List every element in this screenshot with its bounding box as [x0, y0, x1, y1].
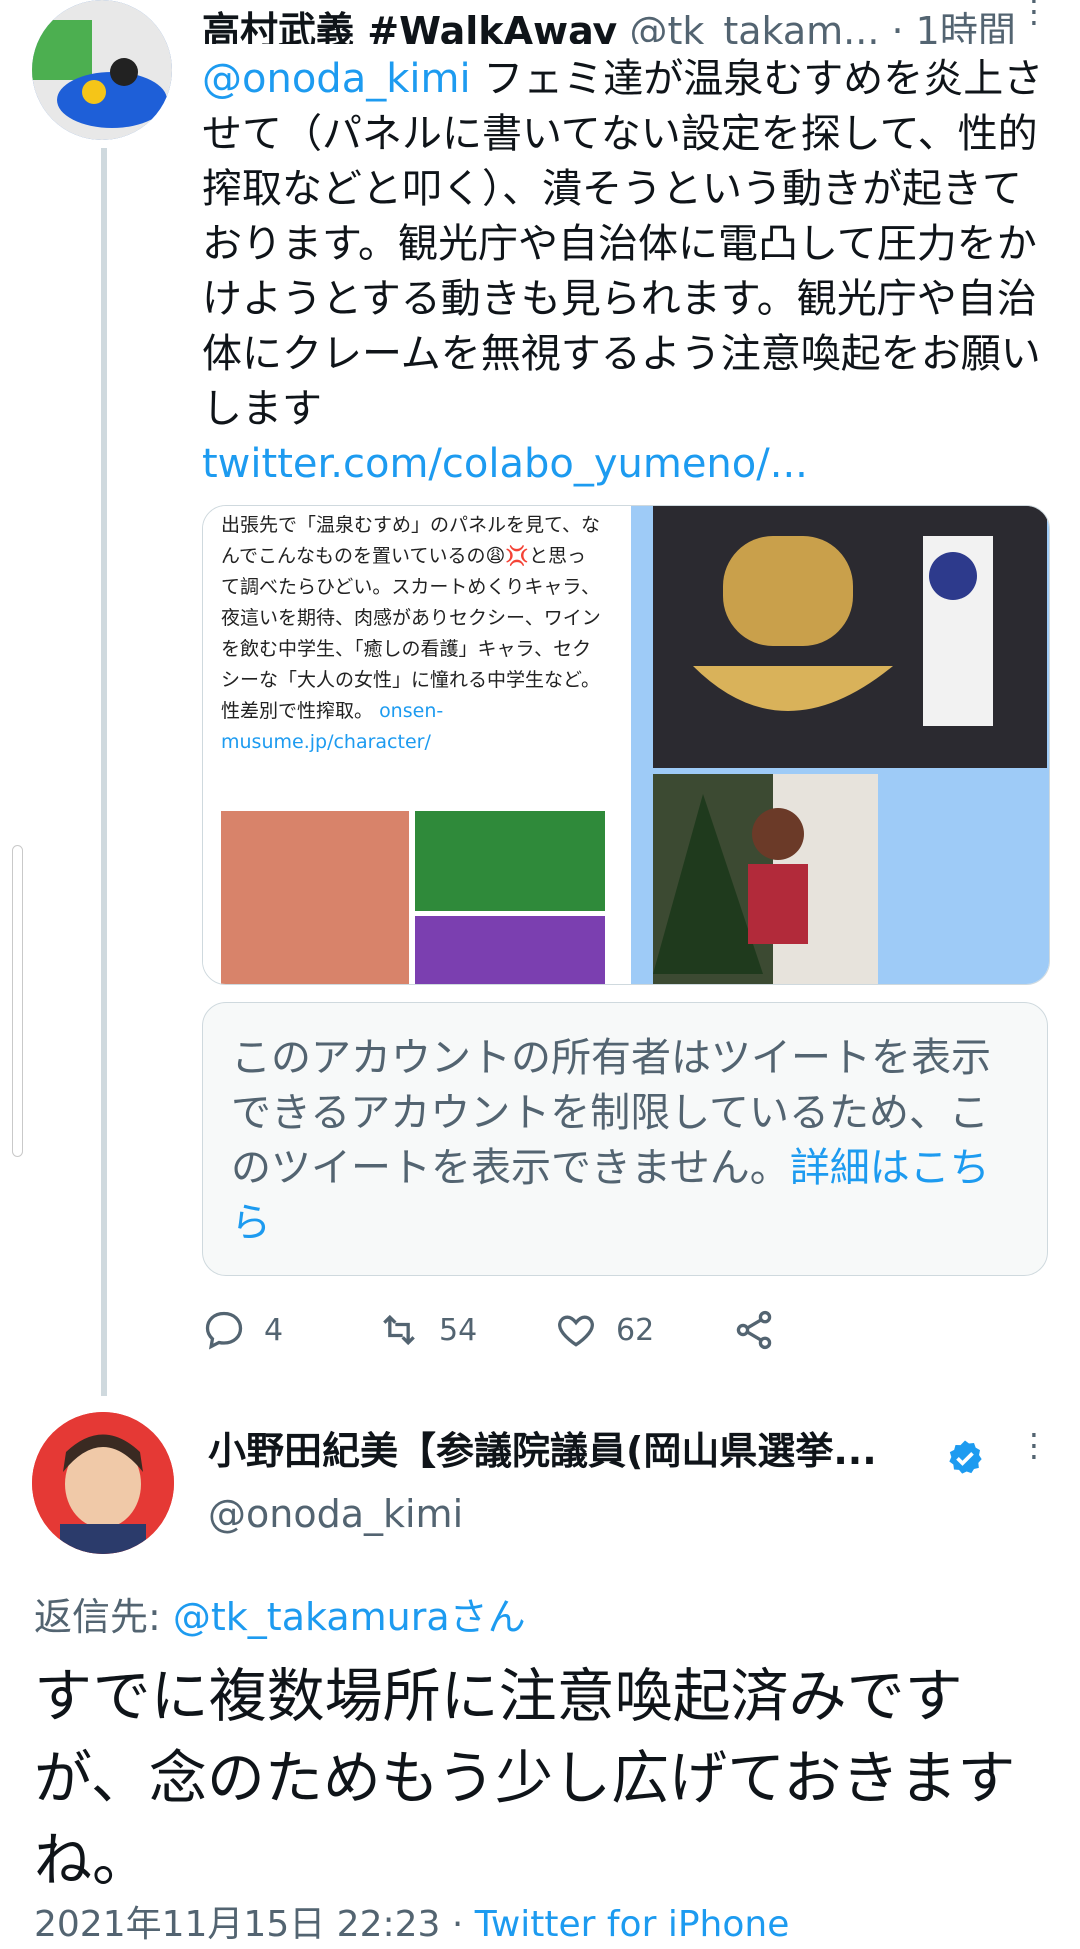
- tweet2-handle[interactable]: @onoda_kimi: [208, 1492, 463, 1536]
- tweet1-time[interactable]: 1時間: [916, 9, 1016, 44]
- media-screenshot-image[interactable]: 出張先で「温泉むすめ」のパネルを見て、なんでこんなものを置いているの😩💢と思って…: [203, 506, 619, 984]
- retweet-icon: [383, 1314, 415, 1346]
- tweet1-handle[interactable]: @tk_takam...: [629, 9, 879, 44]
- retweet-count: 54: [439, 1312, 478, 1348]
- tweet1-mention[interactable]: @onoda_kimi: [202, 56, 471, 102]
- tweet2-text: すでに複数場所に注意喚起済みですが、念のためもう少し広げておきますね。: [34, 1662, 1016, 1894]
- christmas-panel-photo: [653, 774, 878, 984]
- media-screenshot-caption: 出張先で「温泉むすめ」のパネルを見て、なんでこんなものを置いているの😩💢と思って…: [221, 514, 601, 722]
- tweet2-meta: 2021年11月15日 22:23 · Twitter for iPhone: [34, 1895, 789, 1947]
- like-button[interactable]: 62: [554, 1300, 654, 1360]
- scroll-indicator[interactable]: [12, 845, 23, 1157]
- tweet1-action-bar: 4 54 62: [202, 1300, 1022, 1360]
- tweet1-display-name[interactable]: 高村武義 #WalkAway: [202, 9, 617, 44]
- thread-line: [101, 148, 107, 1396]
- onsen-panel-photo: [653, 506, 1047, 768]
- reply-context: 返信先: @tk_takamuraさん: [34, 1586, 526, 1641]
- tweet1-header: 高村武義 #WalkAway @tk_takam... · 1時間: [202, 0, 1022, 44]
- character-thumbnail: [221, 811, 409, 984]
- heart-icon: [558, 1315, 594, 1347]
- tweet1-media[interactable]: 出張先で「温泉むすめ」のパネルを見て、なんでこんなものを置いているの😩💢と思って…: [202, 505, 1050, 985]
- like-count: 62: [616, 1312, 655, 1348]
- avatar-tk-takamura[interactable]: [32, 0, 172, 140]
- more-options-icon[interactable]: ⋮: [1018, 1429, 1050, 1480]
- reply-prefix: 返信先:: [34, 1595, 173, 1639]
- retweet-button[interactable]: 54: [377, 1300, 477, 1360]
- tweet2-timestamp[interactable]: 2021年11月15日 22:23: [34, 1904, 440, 1945]
- verified-badge-icon: [949, 1440, 982, 1474]
- share-icon: [736, 1310, 772, 1350]
- tweet2-display-name[interactable]: 小野田紀美【参議院議員(岡山県選挙...: [208, 1420, 1008, 1475]
- share-button[interactable]: [732, 1300, 776, 1360]
- tweet1-time-separator: ·: [891, 9, 916, 44]
- tweet2-source[interactable]: Twitter for iPhone: [475, 1904, 790, 1945]
- media-screenshot-text: 出張先で「温泉むすめ」のパネルを見て、なんでこんなものを置いているの😩💢と思って…: [221, 510, 601, 758]
- tweet1-body: @onoda_kimi フェミ達が温泉むすめを炎上させて（パネルに書いてない設定…: [202, 52, 1052, 492]
- media-photo-panel[interactable]: [631, 506, 1049, 984]
- reply-button[interactable]: 4: [202, 1300, 283, 1360]
- character-thumbnail: [415, 916, 605, 984]
- quoted-tweet-unavailable[interactable]: このアカウントの所有者はツイートを表示できるアカウントを制限しているため、このツ…: [202, 1002, 1048, 1276]
- tweet1-text: フェミ達が温泉むすめを炎上させて（パネルに書いてない設定を探して、性的搾取などと…: [202, 56, 1044, 432]
- reply-count: 4: [264, 1312, 284, 1348]
- meta-separator: ·: [440, 1904, 475, 1945]
- more-options-icon[interactable]: ⋮: [1018, 0, 1050, 46]
- tweet1-link[interactable]: twitter.com/colabo_yumeno/...: [202, 441, 808, 487]
- reply-icon: [205, 1311, 243, 1350]
- reply-to-mention[interactable]: @tk_takamuraさん: [173, 1595, 526, 1639]
- character-thumbnail: [415, 811, 605, 911]
- avatar-onoda-kimi[interactable]: [32, 1412, 174, 1554]
- quoted-tweet-notice: このアカウントの所有者はツイートを表示できるアカウントを制限しているため、このツ…: [231, 1031, 1011, 1251]
